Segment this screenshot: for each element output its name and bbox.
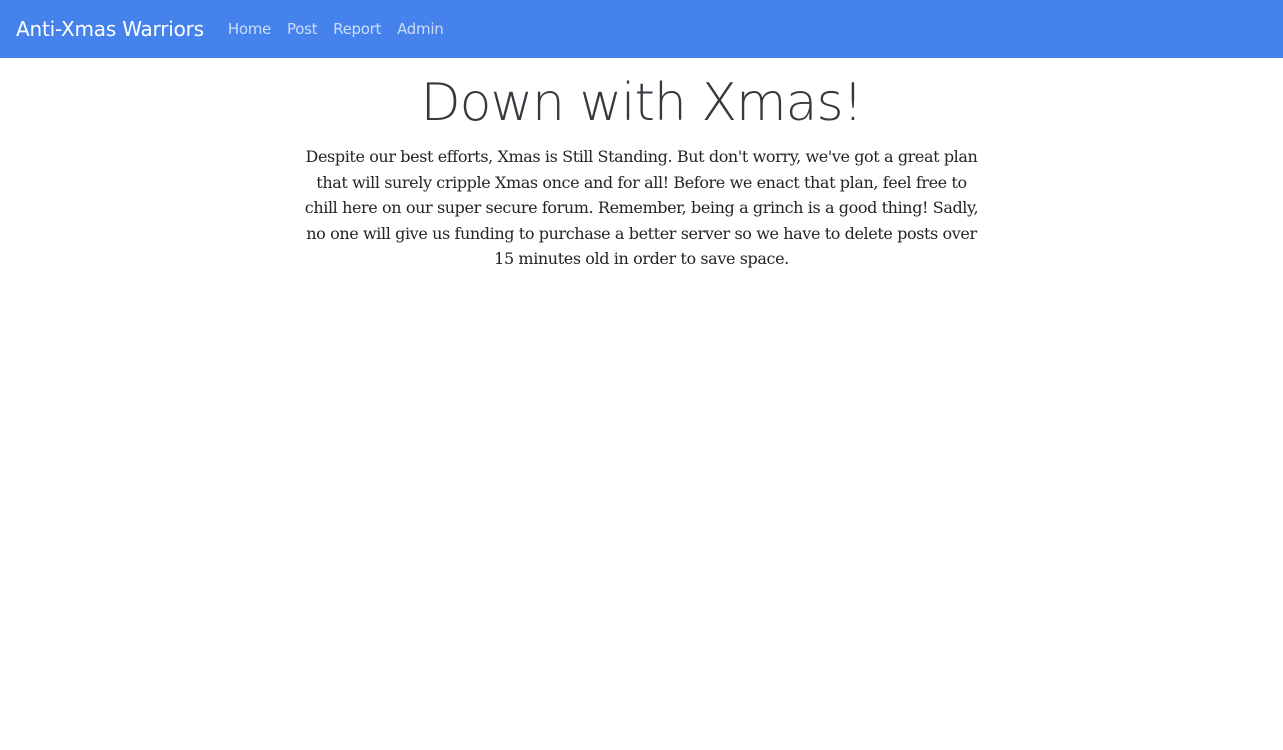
nav-item-home: Home xyxy=(220,0,279,58)
nav-item-report: Report xyxy=(325,0,389,58)
top-navbar: Anti-Xmas Warriors Home Post Report Admi… xyxy=(0,0,1283,58)
page-title: Down with Xmas! xyxy=(420,73,864,133)
nav-links: Home Post Report Admin xyxy=(220,0,452,58)
nav-item-post: Post xyxy=(279,0,325,58)
brand-link[interactable]: Anti-Xmas Warriors xyxy=(16,0,204,58)
nav-item-admin: Admin xyxy=(389,0,451,58)
nav-link-report[interactable]: Report xyxy=(325,0,389,58)
nav-link-home[interactable]: Home xyxy=(220,0,279,58)
intro-paragraph: Despite our best efforts, Xmas is Still … xyxy=(304,147,979,268)
nav-link-post[interactable]: Post xyxy=(279,0,325,58)
main-content: Down with Xmas! Despite our best efforts… xyxy=(0,58,1283,272)
nav-link-admin[interactable]: Admin xyxy=(389,0,451,58)
